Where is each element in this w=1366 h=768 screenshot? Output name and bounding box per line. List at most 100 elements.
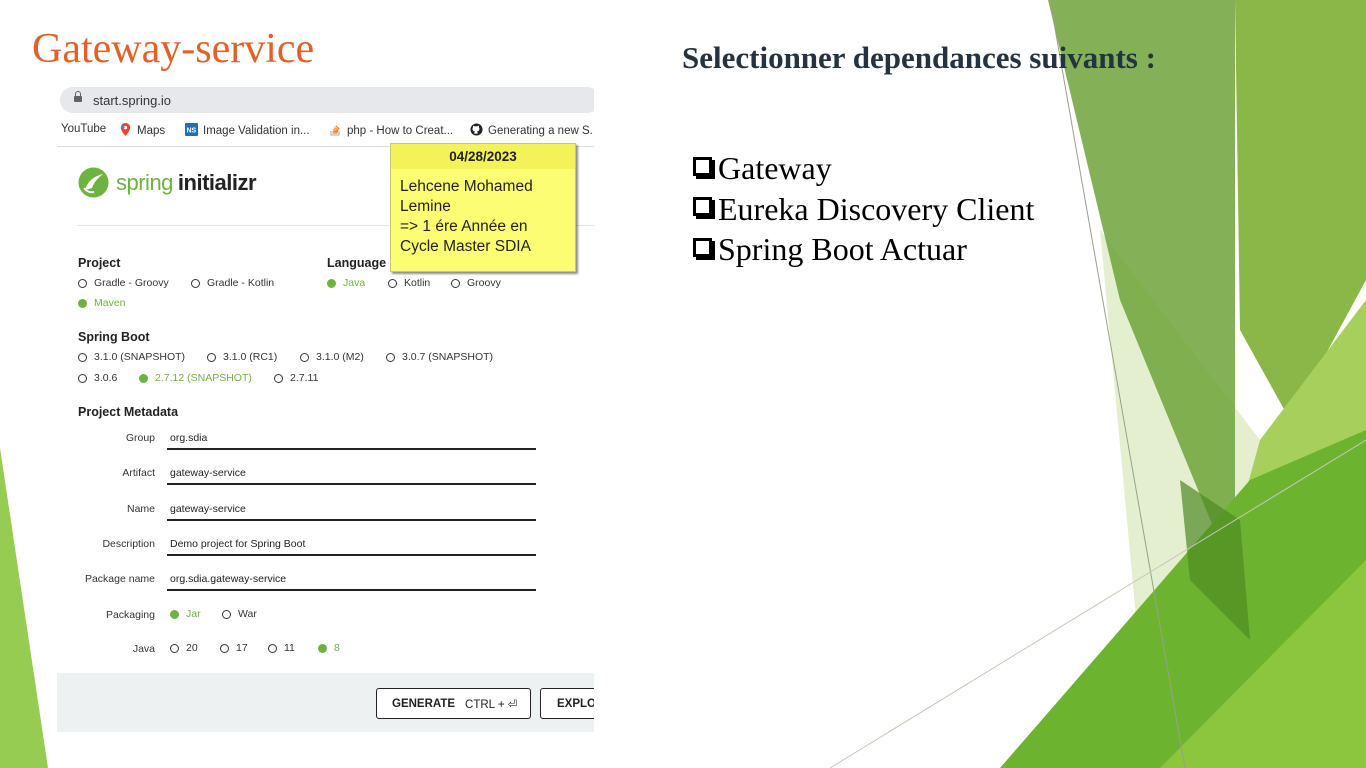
package-name-label: Package name [84, 573, 155, 585]
spring-leaf-icon [78, 167, 109, 198]
radio-label: Gradle - Kotlin [207, 277, 275, 289]
generate-button[interactable]: GENERATE CTRL + ⏎ [376, 688, 531, 719]
radio-label: Jar [186, 608, 201, 620]
radio-boot-2-7-12-snapshot[interactable]: 2.7.12 (SNAPSHOT) [139, 372, 252, 384]
dependency-list: Gateway Eureka Discovery Client Spring B… [693, 148, 1034, 270]
radio-java-17[interactable]: 17 [220, 642, 248, 654]
maps-pin-icon [120, 123, 131, 136]
radio-boot-3-0-7-snapshot[interactable]: 3.0.7 (SNAPSHOT) [386, 351, 493, 363]
radio-gradle-kotlin[interactable]: Gradle - Kotlin [191, 277, 274, 289]
radio-war[interactable]: War [222, 608, 257, 620]
url-text: start.spring.io [93, 93, 172, 108]
radio-maven[interactable]: Maven [78, 297, 126, 309]
radio-kotlin[interactable]: Kotlin [388, 277, 430, 289]
radio-label: 3.1.0 (M2) [316, 351, 364, 363]
spring-boot-label: Spring Boot [78, 330, 150, 344]
browser-screenshot: start.spring.io YouTube Maps NS Image Val… [57, 84, 594, 732]
project-label: Project [78, 256, 121, 270]
bookmark-youtube[interactable]: YouTube [61, 123, 106, 135]
radio-dot [274, 373, 283, 383]
radio-gradle-groovy[interactable]: Gradle - Groovy [78, 277, 169, 289]
dependency-item: Eureka Discovery Client [693, 189, 1034, 230]
group-label: Group [125, 432, 155, 444]
radio-java[interactable]: Java [327, 277, 365, 289]
logo-word-spring: spring [116, 169, 173, 195]
radio-dot [170, 609, 179, 619]
radio-boot-3-1-0-rc1[interactable]: 3.1.0 (RC1) [207, 351, 277, 363]
sticky-note-line: Cycle Master SDIA [400, 238, 531, 255]
radio-label: 8 [334, 642, 340, 654]
radio-dot [220, 643, 229, 653]
sticky-note-line: Lehcene Mohamed [400, 178, 533, 195]
radio-label: 2.7.12 (SNAPSHOT) [155, 372, 252, 384]
radio-dot [451, 278, 460, 288]
bookmark-maps[interactable]: Maps [119, 123, 165, 137]
ns-icon: NS [185, 123, 198, 136]
language-label: Language [327, 256, 387, 270]
radio-dot [207, 352, 216, 362]
group-input[interactable]: org.sdia [167, 432, 536, 450]
svg-text:NS: NS [187, 128, 197, 135]
radio-label: Java [343, 277, 366, 289]
generate-shortcut: CTRL + ⏎ [465, 698, 518, 711]
explore-label: EXPLO [557, 697, 594, 710]
radio-dot [388, 278, 397, 288]
slide-title: Gateway-service [32, 26, 315, 72]
spring-initializr-logo[interactable]: spring initializr [77, 166, 257, 199]
radio-label: 3.1.0 (RC1) [223, 351, 278, 363]
radio-dot [318, 643, 327, 653]
radio-java-20[interactable]: 20 [170, 642, 198, 654]
artifact-label: Artifact [122, 467, 155, 479]
packaging-label: Packaging [105, 609, 155, 621]
generate-label: GENERATE [392, 697, 456, 710]
package-name-input[interactable]: org.sdia.gateway-service [167, 573, 536, 591]
radio-boot-2-7-11[interactable]: 2.7.11 [274, 372, 318, 384]
bookmark-image-validation[interactable]: NS Image Validation in... [185, 123, 310, 137]
radio-label: Groovy [467, 277, 501, 289]
radio-dot [78, 278, 87, 288]
bookmark-label: Generating a new S... [488, 125, 594, 137]
radio-dot [78, 373, 87, 383]
description-label: Description [102, 538, 155, 550]
radio-label: Gradle - Groovy [94, 277, 169, 289]
java-version-label: Java [132, 643, 155, 655]
radio-java-8[interactable]: 8 [318, 642, 340, 654]
radio-dot [386, 352, 395, 362]
radio-boot-3-1-0-m2[interactable]: 3.1.0 (M2) [300, 351, 364, 363]
dependency-item: Spring Boot Actuar [693, 229, 1034, 270]
radio-label: War [238, 608, 257, 620]
radio-jar[interactable]: Jar [170, 608, 201, 620]
radio-groovy[interactable]: Groovy [451, 277, 501, 289]
description-input[interactable]: Demo project for Spring Boot [167, 538, 536, 556]
action-footer: GENERATE CTRL + ⏎ EXPLO [57, 673, 594, 732]
radio-label: Maven [94, 297, 126, 309]
artifact-input[interactable]: gateway-service [167, 467, 536, 485]
radio-dot [191, 278, 200, 288]
radio-dot [222, 609, 231, 619]
sticky-note-line: => 1 ére Année en [400, 218, 528, 235]
radio-dot [300, 352, 309, 362]
radio-dot [170, 643, 179, 653]
radio-java-11[interactable]: 11 [268, 642, 295, 654]
name-input[interactable]: gateway-service [167, 503, 536, 521]
radio-label: 3.0.7 (SNAPSHOT) [402, 351, 494, 363]
bookmark-label: php - How to Creat... [347, 125, 454, 137]
bookmark-github[interactable]: Generating a new S... [470, 123, 594, 137]
sticky-note-line: Lemine [400, 198, 451, 215]
bookmark-php[interactable]: php - How to Creat... [329, 123, 453, 137]
bookmarks-bar: YouTube Maps NS Image Validation in... ph… [57, 120, 594, 140]
bookmark-label: Image Validation in... [203, 125, 310, 137]
explore-button[interactable]: EXPLO [540, 688, 594, 719]
radio-label: Kotlin [404, 277, 431, 289]
address-bar[interactable]: start.spring.io [60, 87, 594, 113]
radio-label: 2.7.11 [290, 372, 319, 384]
dependency-label: Eureka Discovery Client [718, 190, 1035, 227]
name-label: Name [126, 503, 155, 515]
project-metadata-label: Project Metadata [78, 405, 179, 419]
radio-label: 20 [186, 642, 198, 654]
radio-label: 11 [284, 642, 295, 654]
radio-boot-3-1-0-snapshot[interactable]: 3.1.0 (SNAPSHOT) [78, 351, 185, 363]
checkbox-icon [693, 197, 712, 217]
bookmark-label: Maps [137, 125, 166, 137]
radio-boot-3-0-6[interactable]: 3.0.6 [78, 372, 117, 384]
